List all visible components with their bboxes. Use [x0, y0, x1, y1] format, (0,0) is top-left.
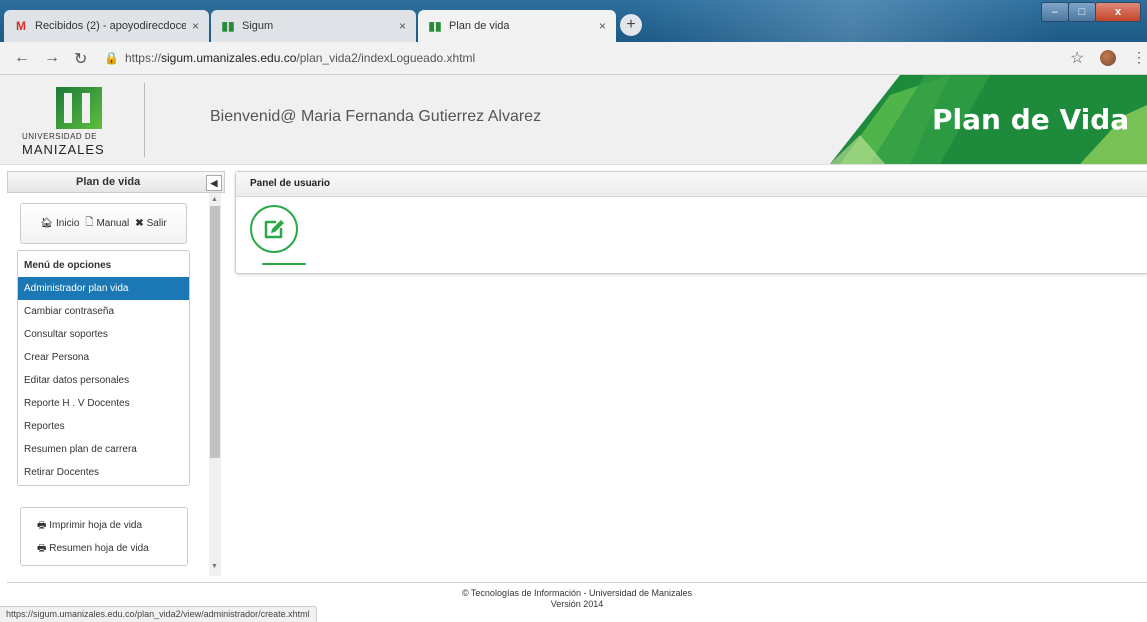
logo-mark: [56, 87, 102, 129]
logo-line1: UNIVERSIDAD DE: [22, 132, 98, 141]
profile-avatar[interactable]: [1100, 50, 1116, 66]
url-prefix: https://: [124, 51, 161, 65]
home-icon: 🏠︎: [40, 218, 54, 229]
site-header: UNIVERSIDAD DE MANIZALES Bienvenid@ Mari…: [0, 75, 1147, 165]
maximize-button[interactable]: □: [1068, 2, 1096, 22]
close-window-button[interactable]: x: [1095, 2, 1141, 22]
close-tab-icon[interactable]: ×: [192, 19, 199, 33]
menu-item-reporte-hv-docentes[interactable]: Reporte H . V Docentes: [18, 392, 189, 415]
back-arrow-icon[interactable]: ←: [14, 49, 30, 67]
menu-item-reportes[interactable]: Reportes: [18, 415, 189, 438]
university-logo[interactable]: UNIVERSIDAD DE MANIZALES: [22, 87, 142, 162]
reload-icon[interactable]: ↻: [74, 49, 87, 69]
resumen-hoja-de-vida-link[interactable]: 🖶 Resumen hoja de vida: [37, 541, 149, 558]
minimize-button[interactable]: –: [1041, 2, 1069, 22]
menu-item-cambiar-contrasena[interactable]: Cambiar contraseña: [18, 300, 189, 323]
sidebar-header: Plan de vida ◀: [7, 171, 225, 193]
menu-item-crear-persona[interactable]: Crear Persona: [18, 346, 189, 369]
menu-item-resumen-plan-carrera[interactable]: Resumen plan de carrera: [18, 438, 189, 461]
umanizales-icon: ▮▮: [221, 19, 235, 33]
salir-link[interactable]: ✖ Salir: [135, 218, 166, 229]
address-bar: ← → ↻ 🔒 https://sigum.umanizales.edu.co/p…: [0, 42, 1147, 75]
menu-item-retirar-docentes[interactable]: Retirar Docentes: [18, 461, 189, 484]
menu-title: Menú de opciones: [24, 260, 112, 271]
new-tab-button[interactable]: +: [620, 14, 642, 36]
inicio-link[interactable]: 🏠︎ Inicio: [40, 218, 79, 229]
manual-link[interactable]: 🗋 Manual: [85, 215, 129, 232]
document-icon: 🗋: [85, 217, 94, 228]
banner-title: Plan de Vida: [932, 103, 1130, 136]
bookmark-star-icon[interactable]: ☆: [1070, 48, 1084, 68]
print-icon: 🖶: [37, 543, 47, 554]
sidebar-scroll-thumb[interactable]: [210, 206, 220, 458]
collapse-left-icon[interactable]: ◀: [206, 175, 222, 191]
umanizales-icon: ▮▮: [428, 19, 442, 33]
scroll-up-icon[interactable]: ▲: [211, 196, 218, 203]
url-path: /plan_vida2/indexLogueado.xhtml: [296, 51, 476, 65]
browser-tab-strip: M Recibidos (2) - apoyodirecdocen × ▮▮ S…: [0, 0, 1147, 42]
user-panel: Panel de usuario: [235, 171, 1147, 274]
forward-arrow-icon[interactable]: →: [44, 49, 60, 67]
tab-gmail[interactable]: M Recibidos (2) - apoyodirecdocen ×: [4, 10, 209, 42]
imprimir-hoja-de-vida-link[interactable]: 🖶 Imprimir hoja de vida: [37, 518, 142, 535]
edit-icon-glyph: [264, 220, 284, 239]
footer-copyright: © Tecnologías de Información - Universid…: [461, 588, 693, 598]
imprimir-label: Imprimir hoja de vida: [49, 520, 143, 531]
tab-plan-de-vida[interactable]: ▮▮ Plan de vida ×: [418, 10, 616, 42]
close-icon: ✖: [135, 218, 144, 229]
url-host: sigum.umanizales.edu.co: [160, 51, 297, 65]
menu-item-editar-datos-personales[interactable]: Editar datos personales: [18, 369, 189, 392]
browser-status-url: https://sigum.umanizales.edu.co/plan_vid…: [0, 606, 317, 622]
gmail-icon: M: [16, 19, 26, 33]
logo-line2: MANIZALES: [22, 142, 105, 157]
edit-icon-underline: [262, 263, 306, 265]
resumen-label: Resumen hoja de vida: [49, 543, 149, 554]
plus-icon: +: [626, 16, 636, 33]
tab-title: Recibidos (2) - apoyodirecdocen: [35, 20, 186, 32]
tab-title: Plan de vida: [449, 20, 510, 32]
panel-title: Panel de usuario: [236, 172, 1147, 197]
menu-item-administrador-plan-vida[interactable]: Administrador plan vida: [18, 277, 189, 300]
manual-label: Manual: [96, 218, 130, 229]
quick-links: 🏠︎ Inicio 🗋 Manual ✖ Salir: [20, 203, 187, 244]
menu-kebab-icon[interactable]: ⋮: [1132, 49, 1146, 66]
menu-item-consultar-soportes[interactable]: Consultar soportes: [18, 323, 189, 346]
welcome-message: Bienvenid@ Maria Fernanda Gutierrez Alva…: [210, 108, 542, 125]
close-tab-icon[interactable]: ×: [399, 19, 406, 33]
print-icon: 🖶: [37, 520, 47, 531]
inicio-label: Inicio: [56, 218, 80, 229]
tab-strip-background: [640, 0, 1060, 42]
sidebar-title: Plan de vida: [76, 176, 141, 188]
tab-title: Sigum: [242, 20, 274, 32]
options-menu: Menú de opciones Administrador plan vida…: [17, 250, 190, 486]
tab-sigum[interactable]: ▮▮ Sigum ×: [211, 10, 416, 42]
salir-label: Salir: [146, 218, 167, 229]
edit-icon[interactable]: [250, 205, 298, 253]
header-divider: [144, 83, 145, 157]
print-links: 🖶 Imprimir hoja de vida 🖶 Resumen hoja d…: [20, 507, 188, 566]
scroll-down-icon[interactable]: ▼: [211, 563, 218, 570]
url-field[interactable]: 🔒 https://sigum.umanizales.edu.co/plan_vi…: [104, 51, 475, 65]
close-tab-icon[interactable]: ×: [599, 19, 606, 33]
lock-icon: 🔒: [104, 51, 119, 65]
